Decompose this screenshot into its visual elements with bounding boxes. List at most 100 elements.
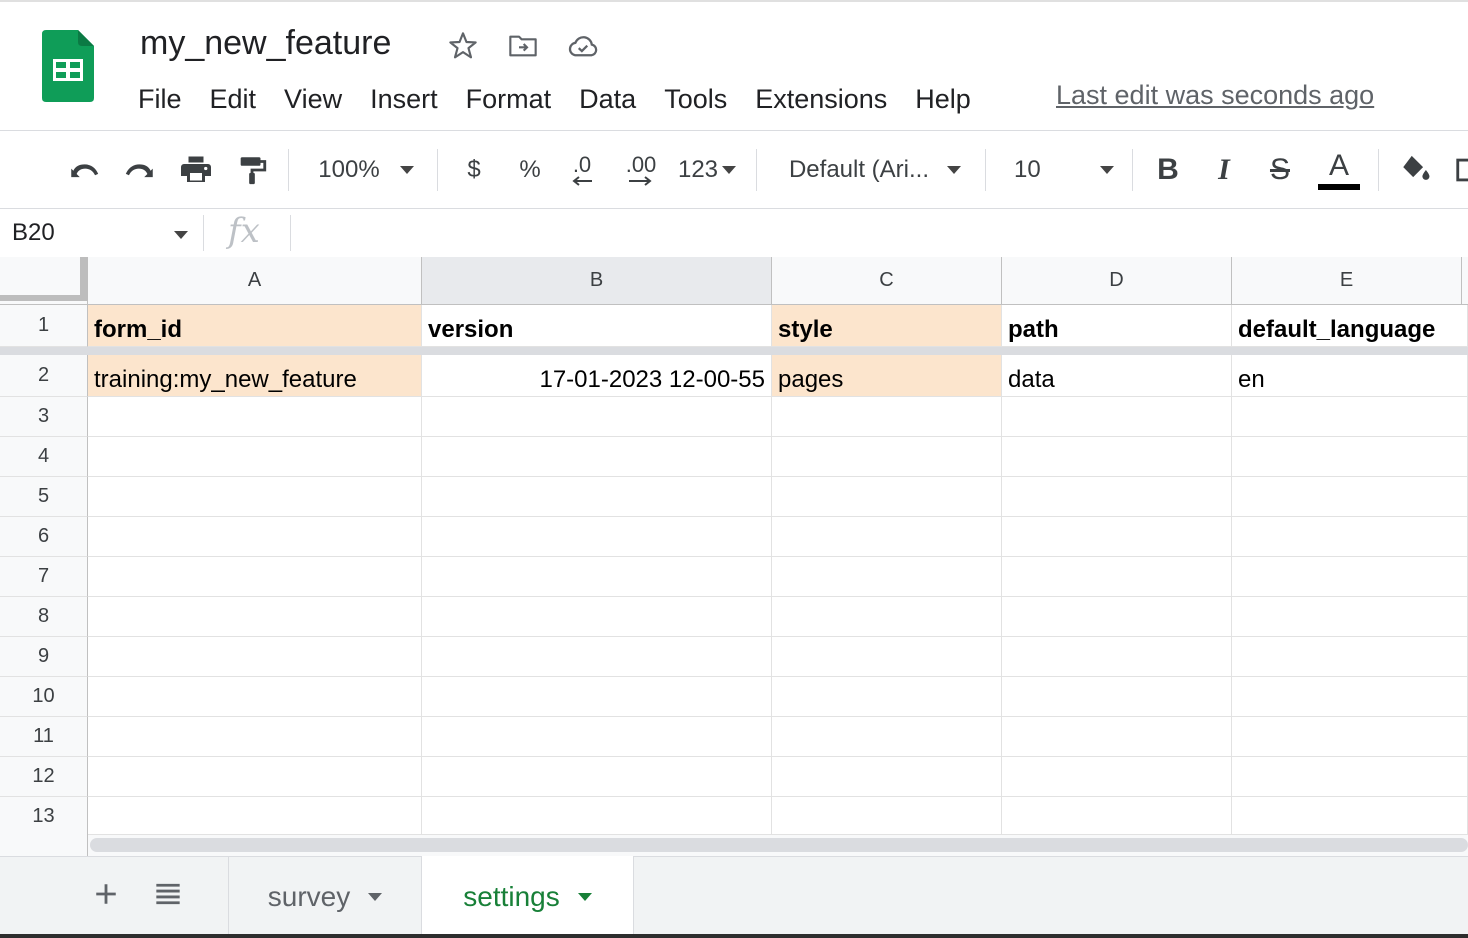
cell-d6[interactable] <box>1002 517 1232 557</box>
row-header-3[interactable]: 3 <box>0 397 88 437</box>
cell-a8[interactable] <box>88 597 422 637</box>
cell-d9[interactable] <box>1002 637 1232 677</box>
cell-b7[interactable] <box>422 557 772 597</box>
strikethrough-button[interactable]: S <box>1262 131 1298 209</box>
row-header-10[interactable]: 10 <box>0 677 88 717</box>
cell-d3[interactable] <box>1002 397 1232 437</box>
cell-c13[interactable] <box>772 797 1002 834</box>
row-header-6[interactable]: 6 <box>0 517 88 557</box>
all-sheets-menu-icon[interactable] <box>148 874 188 914</box>
last-edit-link[interactable]: Last edit was seconds ago <box>1056 80 1374 111</box>
cell-d8[interactable] <box>1002 597 1232 637</box>
menu-tools[interactable]: Tools <box>650 84 741 115</box>
sheets-logo-icon[interactable] <box>42 30 94 102</box>
cell-d13[interactable] <box>1002 797 1232 834</box>
cell-a6[interactable] <box>88 517 422 557</box>
cell-b13[interactable] <box>422 797 772 834</box>
cell-a1[interactable]: form_id <box>88 305 422 347</box>
cell-d5[interactable] <box>1002 477 1232 517</box>
row-header-13[interactable]: 13 <box>0 797 88 834</box>
italic-button[interactable]: I <box>1206 131 1242 209</box>
cell-e3[interactable] <box>1232 397 1468 437</box>
row-header-7[interactable]: 7 <box>0 557 88 597</box>
menu-help[interactable]: Help <box>901 84 985 115</box>
cell-d1[interactable]: path <box>1002 305 1232 347</box>
cell-a10[interactable] <box>88 677 422 717</box>
frozen-row-divider[interactable] <box>0 347 1468 355</box>
column-header-a[interactable]: A <box>88 257 422 305</box>
cell-a2[interactable]: training:my_new_feature <box>88 355 422 397</box>
undo-icon[interactable] <box>62 131 106 209</box>
bold-button[interactable]: B <box>1150 131 1186 209</box>
menu-insert[interactable]: Insert <box>356 84 452 115</box>
cell-b4[interactable] <box>422 437 772 477</box>
cell-b8[interactable] <box>422 597 772 637</box>
cell-c11[interactable] <box>772 717 1002 757</box>
cell-b9[interactable] <box>422 637 772 677</box>
row-header-11[interactable]: 11 <box>0 717 88 757</box>
cell-a12[interactable] <box>88 757 422 797</box>
chevron-down-icon[interactable] <box>368 893 383 901</box>
cell-a13[interactable] <box>88 797 422 834</box>
formula-input[interactable] <box>300 217 1450 249</box>
star-icon[interactable] <box>444 27 482 65</box>
menu-view[interactable]: View <box>270 84 356 115</box>
cell-b2[interactable]: 17-01-2023 12-00-55 <box>422 355 772 397</box>
cell-a4[interactable] <box>88 437 422 477</box>
cell-b5[interactable] <box>422 477 772 517</box>
cell-e13[interactable] <box>1232 797 1468 834</box>
cell-c4[interactable] <box>772 437 1002 477</box>
menu-format[interactable]: Format <box>452 84 566 115</box>
cell-c9[interactable] <box>772 637 1002 677</box>
move-folder-icon[interactable] <box>504 27 542 65</box>
menu-data[interactable]: Data <box>565 84 650 115</box>
column-header-e[interactable]: E <box>1232 257 1462 305</box>
cell-c10[interactable] <box>772 677 1002 717</box>
row-header-4[interactable]: 4 <box>0 437 88 477</box>
cell-e2[interactable]: en <box>1232 355 1468 397</box>
cell-c3[interactable] <box>772 397 1002 437</box>
cell-c1[interactable]: style <box>772 305 1002 347</box>
chevron-down-icon[interactable] <box>174 231 188 239</box>
cell-b3[interactable] <box>422 397 772 437</box>
name-box[interactable]: B20 <box>12 219 55 247</box>
cell-a11[interactable] <box>88 717 422 757</box>
cell-d4[interactable] <box>1002 437 1232 477</box>
cell-e9[interactable] <box>1232 637 1468 677</box>
cell-e4[interactable] <box>1232 437 1468 477</box>
cell-b1[interactable]: version <box>422 305 772 347</box>
decrease-decimal-button[interactable]: .0 <box>562 131 602 209</box>
menu-edit[interactable]: Edit <box>196 84 271 115</box>
row-header-5[interactable]: 5 <box>0 477 88 517</box>
menu-file[interactable]: File <box>124 84 196 115</box>
percent-format-button[interactable]: % <box>512 131 548 209</box>
fill-color-icon[interactable] <box>1396 131 1436 209</box>
cell-e1[interactable]: default_language <box>1232 305 1468 347</box>
chevron-down-icon[interactable] <box>577 893 592 901</box>
column-header-f[interactable] <box>1462 257 1468 305</box>
cell-c8[interactable] <box>772 597 1002 637</box>
currency-format-button[interactable]: $ <box>456 131 492 209</box>
cell-c5[interactable] <box>772 477 1002 517</box>
tab-settings[interactable]: settings <box>421 856 634 938</box>
font-size-select[interactable]: 10 <box>1004 131 1120 209</box>
cell-b6[interactable] <box>422 517 772 557</box>
row-header-9[interactable]: 9 <box>0 637 88 677</box>
row-header-8[interactable]: 8 <box>0 597 88 637</box>
cell-b11[interactable] <box>422 717 772 757</box>
document-title[interactable]: my_new_feature <box>140 24 391 63</box>
cell-e6[interactable] <box>1232 517 1468 557</box>
cell-d7[interactable] <box>1002 557 1232 597</box>
cell-c6[interactable] <box>772 517 1002 557</box>
cell-b12[interactable] <box>422 757 772 797</box>
column-header-c[interactable]: C <box>772 257 1002 305</box>
cell-d12[interactable] <box>1002 757 1232 797</box>
row-header-12[interactable]: 12 <box>0 757 88 797</box>
zoom-select[interactable]: 100% <box>306 131 426 209</box>
cell-d10[interactable] <box>1002 677 1232 717</box>
row-header-1[interactable]: 1 <box>0 305 88 347</box>
cell-d2[interactable]: data <box>1002 355 1232 397</box>
row-header-2[interactable]: 2 <box>0 355 88 397</box>
cell-e11[interactable] <box>1232 717 1468 757</box>
add-sheet-icon[interactable] <box>86 874 126 914</box>
